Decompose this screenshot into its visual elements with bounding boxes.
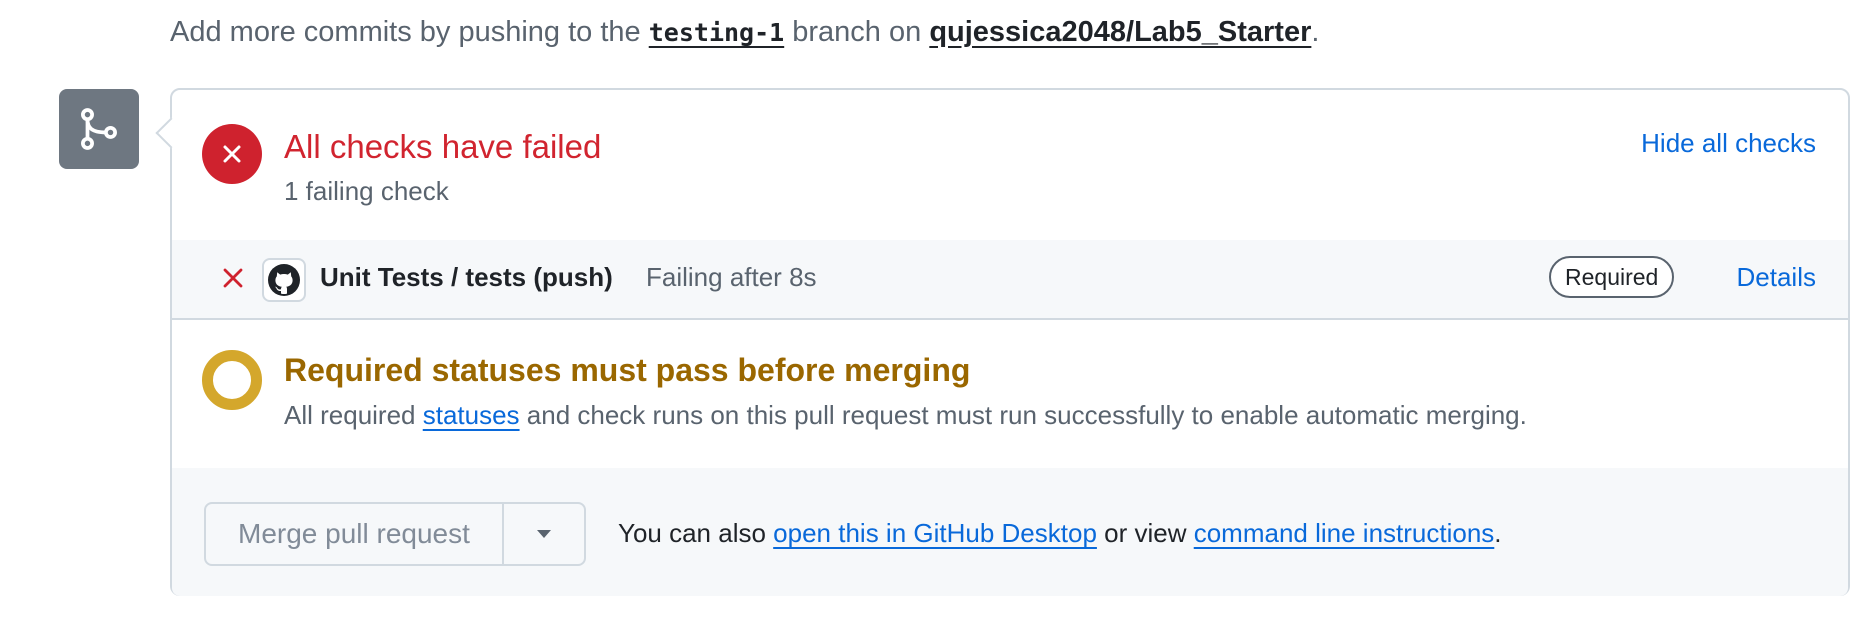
- required-statuses-description: All required statuses and check runs on …: [284, 400, 1527, 431]
- branch-name[interactable]: testing-1: [649, 18, 784, 47]
- push-hint-suffix: .: [1311, 16, 1320, 48]
- github-mark-icon: [262, 258, 306, 302]
- push-hint-prefix: Add more commits by pushing to the: [170, 16, 649, 48]
- checks-title: All checks have failed: [284, 128, 602, 165]
- required-badge: Required: [1549, 256, 1675, 298]
- repo-link[interactable]: qujessica2048/Lab5_Starter: [929, 16, 1311, 48]
- x-icon: [222, 267, 244, 294]
- check-row: Unit Tests / tests (push) Failing after …: [172, 240, 1848, 320]
- open-in-github-desktop-link[interactable]: open this in GitHub Desktop: [773, 518, 1097, 548]
- x-circle-icon: [202, 124, 262, 184]
- merge-note-suffix: .: [1494, 518, 1502, 548]
- check-status: Failing after 8s: [646, 262, 817, 292]
- merge-pull-request-button[interactable]: Merge pull request: [206, 504, 504, 564]
- merge-button-group: Merge pull request: [204, 502, 586, 566]
- triangle-down-icon: [536, 530, 551, 538]
- checks-subtitle: 1 failing check: [284, 176, 449, 206]
- required-statuses-section: Required statuses must pass before mergi…: [172, 318, 1848, 470]
- command-line-instructions-link[interactable]: command line instructions: [1194, 518, 1495, 548]
- statuses-link[interactable]: statuses: [423, 400, 520, 430]
- git-branch-icon: [59, 89, 139, 169]
- check-name: Unit Tests / tests (push): [320, 262, 613, 292]
- dot-circle-icon: [202, 350, 262, 410]
- merge-alternatives-note: You can also open this in GitHub Desktop…: [618, 518, 1502, 549]
- merge-options-dropdown[interactable]: [504, 504, 584, 564]
- required-desc-prefix: All required: [284, 400, 423, 430]
- merge-section: Merge pull request You can also open thi…: [172, 468, 1848, 596]
- push-hint-middle: branch on: [784, 16, 930, 48]
- merge-box: All checks have failed 1 failing check H…: [155, 88, 1850, 596]
- details-link[interactable]: Details: [1737, 262, 1816, 293]
- checks-section: All checks have failed 1 failing check H…: [172, 90, 1848, 242]
- required-desc-suffix: and check runs on this pull request must…: [519, 400, 1527, 430]
- hide-all-checks-link[interactable]: Hide all checks: [1641, 128, 1816, 159]
- required-statuses-title: Required statuses must pass before mergi…: [284, 352, 971, 388]
- push-hint: Add more commits by pushing to the testi…: [170, 16, 1319, 49]
- merge-note-prefix: You can also: [618, 518, 774, 548]
- merge-note-middle: or view: [1096, 518, 1194, 548]
